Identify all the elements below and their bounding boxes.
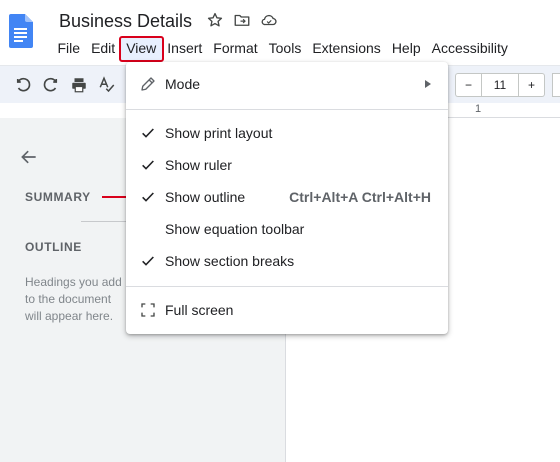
menu-option-equation-toolbar[interactable]: Show equation toolbar (126, 213, 448, 245)
undo-icon[interactable] (14, 76, 32, 94)
star-icon[interactable] (206, 11, 224, 29)
menu-option-print-layout[interactable]: Show print layout (126, 117, 448, 149)
summary-heading: SUMMARY (25, 190, 91, 204)
menu-edit[interactable]: Edit (86, 38, 121, 60)
font-size-input[interactable]: 11 (481, 73, 519, 97)
docs-logo-icon[interactable] (9, 14, 33, 48)
checkmark-icon (138, 155, 158, 175)
redo-icon[interactable] (42, 76, 60, 94)
menu-format[interactable]: Format (208, 38, 263, 60)
move-folder-icon[interactable] (233, 11, 251, 29)
document-title[interactable]: Business Details (59, 11, 192, 32)
menu-option-section-breaks[interactable]: Show section breaks (126, 245, 448, 277)
equation-toolbar-label: Show equation toolbar (165, 221, 305, 237)
menu-view[interactable]: View (118, 36, 164, 62)
checkmark-icon (138, 187, 158, 207)
ruler-label: Show ruler (165, 157, 232, 173)
horizontal-ruler[interactable]: 1 (446, 103, 560, 118)
text-color-button[interactable] (552, 73, 560, 97)
menu-option-mode[interactable]: Mode (126, 68, 448, 100)
view-menu-dropdown: Mode Show print layout Show ruler Show o… (126, 62, 448, 334)
menu-insert[interactable]: Insert (162, 38, 208, 60)
menu-extensions[interactable]: Extensions (307, 38, 386, 60)
full-screen-label: Full screen (165, 302, 234, 318)
checkmark-icon (138, 123, 158, 143)
menubar: File Edit View Insert Format Tools Exten… (52, 36, 513, 62)
print-icon[interactable] (70, 76, 88, 94)
back-arrow-icon[interactable] (19, 147, 39, 167)
checkmark-icon (138, 251, 158, 271)
pencil-icon (138, 74, 158, 94)
outline-shortcut: Ctrl+Alt+A Ctrl+Alt+H (289, 189, 431, 205)
font-size-increase-button[interactable]: + (519, 73, 545, 97)
outline-hint: Headings you add to the document will ap… (25, 275, 122, 323)
ruler-mark: 1 (475, 103, 482, 115)
section-breaks-label: Show section breaks (165, 253, 295, 269)
menu-option-ruler[interactable]: Show ruler (126, 149, 448, 181)
font-size-decrease-button[interactable]: − (455, 73, 481, 97)
menu-separator (126, 286, 448, 287)
menu-option-outline[interactable]: Show outline Ctrl+Alt+A Ctrl+Alt+H (126, 181, 448, 213)
submenu-arrow-icon (425, 80, 431, 88)
menu-file[interactable]: File (52, 38, 86, 60)
menu-separator (126, 109, 448, 110)
print-layout-label: Show print layout (165, 125, 273, 141)
menu-tools[interactable]: Tools (263, 38, 307, 60)
fullscreen-icon (138, 300, 158, 320)
cloud-status-icon[interactable] (260, 11, 278, 29)
menu-help[interactable]: Help (386, 38, 426, 60)
menu-accessibility[interactable]: Accessibility (426, 38, 513, 60)
outline-label: Show outline (165, 189, 246, 205)
menu-option-full-screen[interactable]: Full screen (126, 294, 448, 326)
mode-label: Mode (165, 76, 201, 92)
spellcheck-icon[interactable] (98, 76, 116, 94)
outline-heading: OUTLINE (25, 240, 82, 254)
